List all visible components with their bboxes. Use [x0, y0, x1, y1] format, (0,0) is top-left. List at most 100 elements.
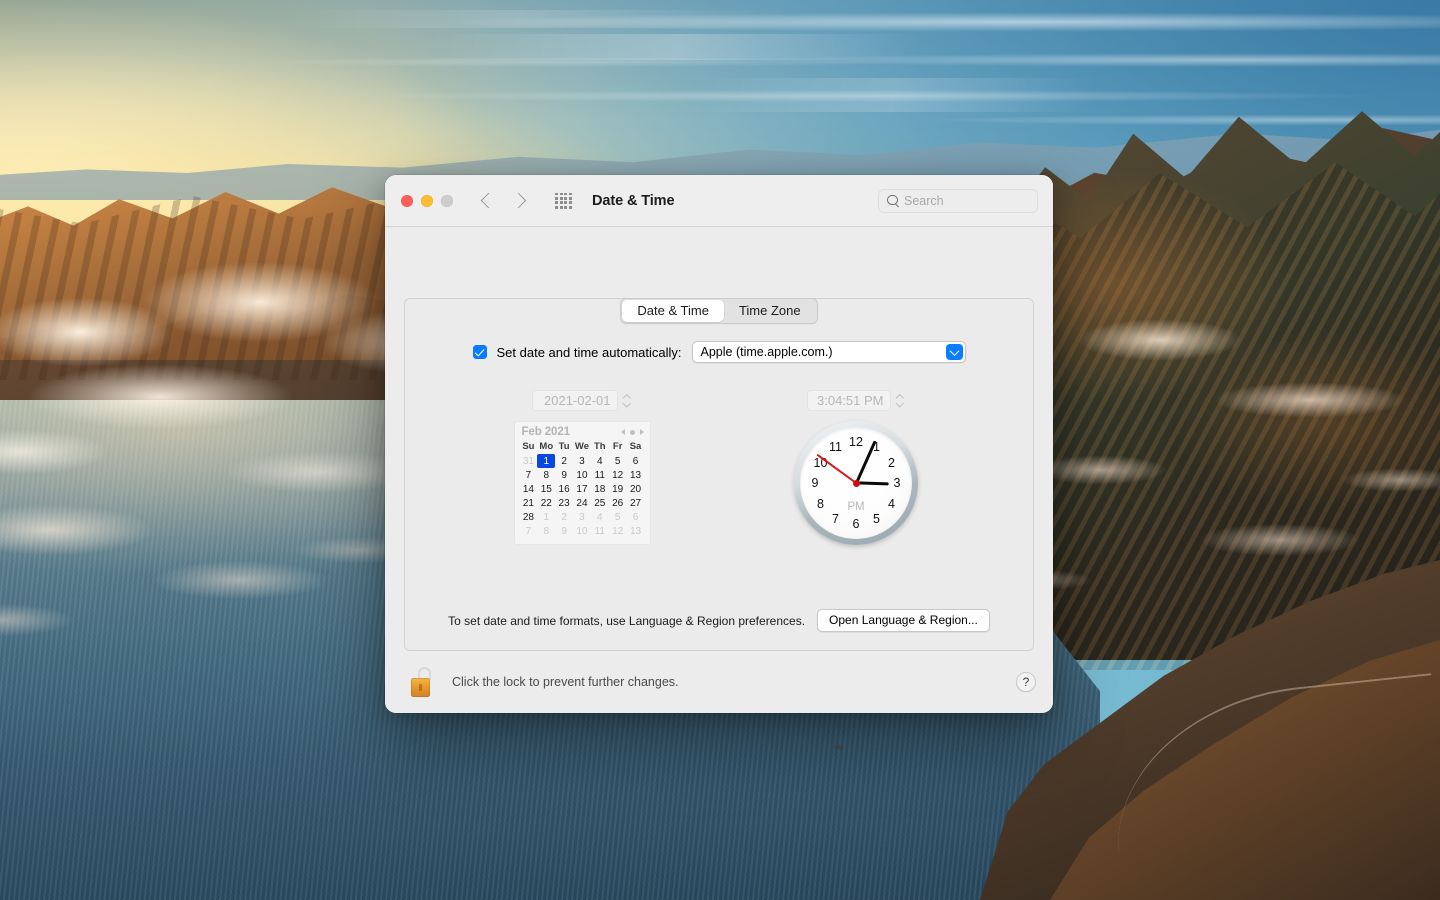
calendar-day[interactable]: 3 — [573, 454, 591, 468]
date-field-column: 2021-02-01 — [445, 390, 719, 411]
show-all-grid-icon[interactable] — [555, 193, 572, 209]
dot-icon[interactable] — [630, 430, 635, 435]
calendar-day-selected[interactable]: 1 — [537, 454, 555, 468]
calendar-day[interactable]: 11 — [591, 524, 609, 538]
calendar-day[interactable]: 21 — [520, 496, 538, 510]
navigation-buttons — [479, 192, 529, 210]
minimize-button[interactable] — [421, 195, 433, 207]
calendar-weekday: Tu — [555, 440, 573, 454]
calendar-day[interactable]: 2 — [555, 510, 573, 524]
forward-icon[interactable] — [513, 192, 529, 210]
tab-date-and-time[interactable]: Date & Time — [622, 300, 724, 322]
clock-hour-number: 11 — [828, 441, 844, 454]
calendar-day[interactable]: 5 — [609, 454, 627, 468]
calendar-day[interactable]: 7 — [520, 524, 538, 538]
calendar-day[interactable]: 12 — [609, 524, 627, 538]
desktop: Date & Time Search Date & Time Time Zone… — [0, 0, 1440, 900]
calendar-day[interactable]: 13 — [627, 468, 645, 482]
open-language-and-region-button[interactable]: Open Language & Region... — [817, 609, 990, 632]
calendar-weekday: Mo — [537, 440, 555, 454]
unlocked-padlock-icon[interactable] — [411, 667, 437, 697]
language-region-note-row: To set date and time formats, use Langua… — [405, 609, 1033, 632]
calendar-day[interactable]: 18 — [591, 482, 609, 496]
clock-hour-number: 9 — [807, 477, 823, 490]
clock-face: 121234567891011 PM — [800, 427, 912, 539]
calendar-day[interactable]: 31 — [520, 454, 538, 468]
date-time-fields-row: 2021-02-01 3:04:51 PM — [429, 390, 1009, 411]
page-title: Date & Time — [592, 193, 674, 209]
time-input[interactable]: 3:04:51 PM — [807, 390, 891, 411]
calendar-day[interactable]: 3 — [573, 510, 591, 524]
calendar-clock-row: Feb 2021 SuMoTuWeThFrSa 3112345678910111… — [429, 421, 1009, 545]
calendar-day[interactable]: 6 — [627, 510, 645, 524]
clock-hour-number: 12 — [848, 436, 864, 449]
time-server-dropdown[interactable]: Apple (time.apple.com.) — [692, 341, 966, 363]
calendar-day[interactable]: 24 — [573, 496, 591, 510]
calendar-weekday-row: SuMoTuWeThFrSa — [520, 440, 645, 454]
calendar-day[interactable]: 9 — [555, 524, 573, 538]
calendar-day[interactable]: 5 — [609, 510, 627, 524]
calendar-day[interactable]: 22 — [537, 496, 555, 510]
calendar-weekday: Sa — [627, 440, 645, 454]
calendar-day[interactable]: 7 — [520, 468, 538, 482]
clock-hour-number: 5 — [869, 512, 885, 525]
calendar-day[interactable]: 8 — [537, 468, 555, 482]
tab-time-zone[interactable]: Time Zone — [724, 300, 816, 322]
calendar-day[interactable]: 2 — [555, 454, 573, 468]
calendar-weekday: Fr — [609, 440, 627, 454]
traffic-light-buttons — [401, 195, 453, 207]
language-region-note: To set date and time formats, use Langua… — [448, 614, 805, 628]
calendar-day[interactable]: 9 — [555, 468, 573, 482]
calendar-day[interactable]: 23 — [555, 496, 573, 510]
close-button[interactable] — [401, 195, 413, 207]
triangle-left-icon[interactable] — [621, 429, 625, 435]
wallpaper-boat — [834, 745, 843, 749]
lock-bar: Click the lock to prevent further change… — [385, 651, 1053, 713]
calendar-day[interactable]: 25 — [591, 496, 609, 510]
calendar-week-row: 78910111213 — [520, 468, 645, 482]
set-automatically-label: Set date and time automatically: — [497, 345, 682, 360]
calendar-day[interactable]: 20 — [627, 482, 645, 496]
calendar-day[interactable]: 19 — [609, 482, 627, 496]
calendar-day[interactable]: 10 — [573, 524, 591, 538]
date-input[interactable]: 2021-02-01 — [532, 390, 618, 411]
calendar-day[interactable]: 27 — [627, 496, 645, 510]
calendar-day[interactable]: 16 — [555, 482, 573, 496]
calendar-weekday: Th — [591, 440, 609, 454]
triangle-right-icon[interactable] — [640, 429, 644, 435]
calendar-nav — [621, 429, 644, 435]
calendar-day[interactable]: 26 — [609, 496, 627, 510]
search-input-placeholder: Search — [904, 194, 944, 208]
clock-hour-number: 7 — [828, 512, 844, 525]
calendar-day[interactable]: 6 — [627, 454, 645, 468]
calendar-day[interactable]: 13 — [627, 524, 645, 538]
clock-hour-number: 8 — [812, 497, 828, 510]
calendar-day[interactable]: 4 — [591, 454, 609, 468]
window-body: Date & Time Time Zone Set date and time … — [385, 227, 1053, 651]
set-automatically-checkbox[interactable] — [473, 345, 487, 359]
calendar-day[interactable]: 12 — [609, 468, 627, 482]
calendar-day[interactable]: 17 — [573, 482, 591, 496]
search-icon — [887, 195, 899, 207]
calendar-widget[interactable]: Feb 2021 SuMoTuWeThFrSa 3112345678910111… — [514, 421, 651, 545]
date-stepper[interactable] — [621, 390, 633, 411]
back-icon[interactable] — [479, 192, 495, 210]
calendar-day[interactable]: 11 — [591, 468, 609, 482]
date-field-group: 2021-02-01 — [532, 390, 633, 411]
calendar-day[interactable]: 14 — [520, 482, 538, 496]
time-field-column: 3:04:51 PM — [719, 390, 993, 411]
tab-bar: Date & Time Time Zone — [385, 298, 1053, 324]
search-field[interactable]: Search — [878, 189, 1038, 213]
time-stepper[interactable] — [894, 390, 906, 411]
calendar-day[interactable]: 28 — [520, 510, 538, 524]
calendar-weekday: We — [573, 440, 591, 454]
calendar-day[interactable]: 8 — [537, 524, 555, 538]
calendar-day[interactable]: 4 — [591, 510, 609, 524]
calendar-day[interactable]: 15 — [537, 482, 555, 496]
chevron-down-icon — [946, 344, 963, 360]
time-field-group: 3:04:51 PM — [807, 390, 906, 411]
lock-hint-text: Click the lock to prevent further change… — [452, 675, 679, 689]
calendar-day[interactable]: 10 — [573, 468, 591, 482]
help-button[interactable]: ? — [1016, 672, 1036, 692]
calendar-day[interactable]: 1 — [537, 510, 555, 524]
